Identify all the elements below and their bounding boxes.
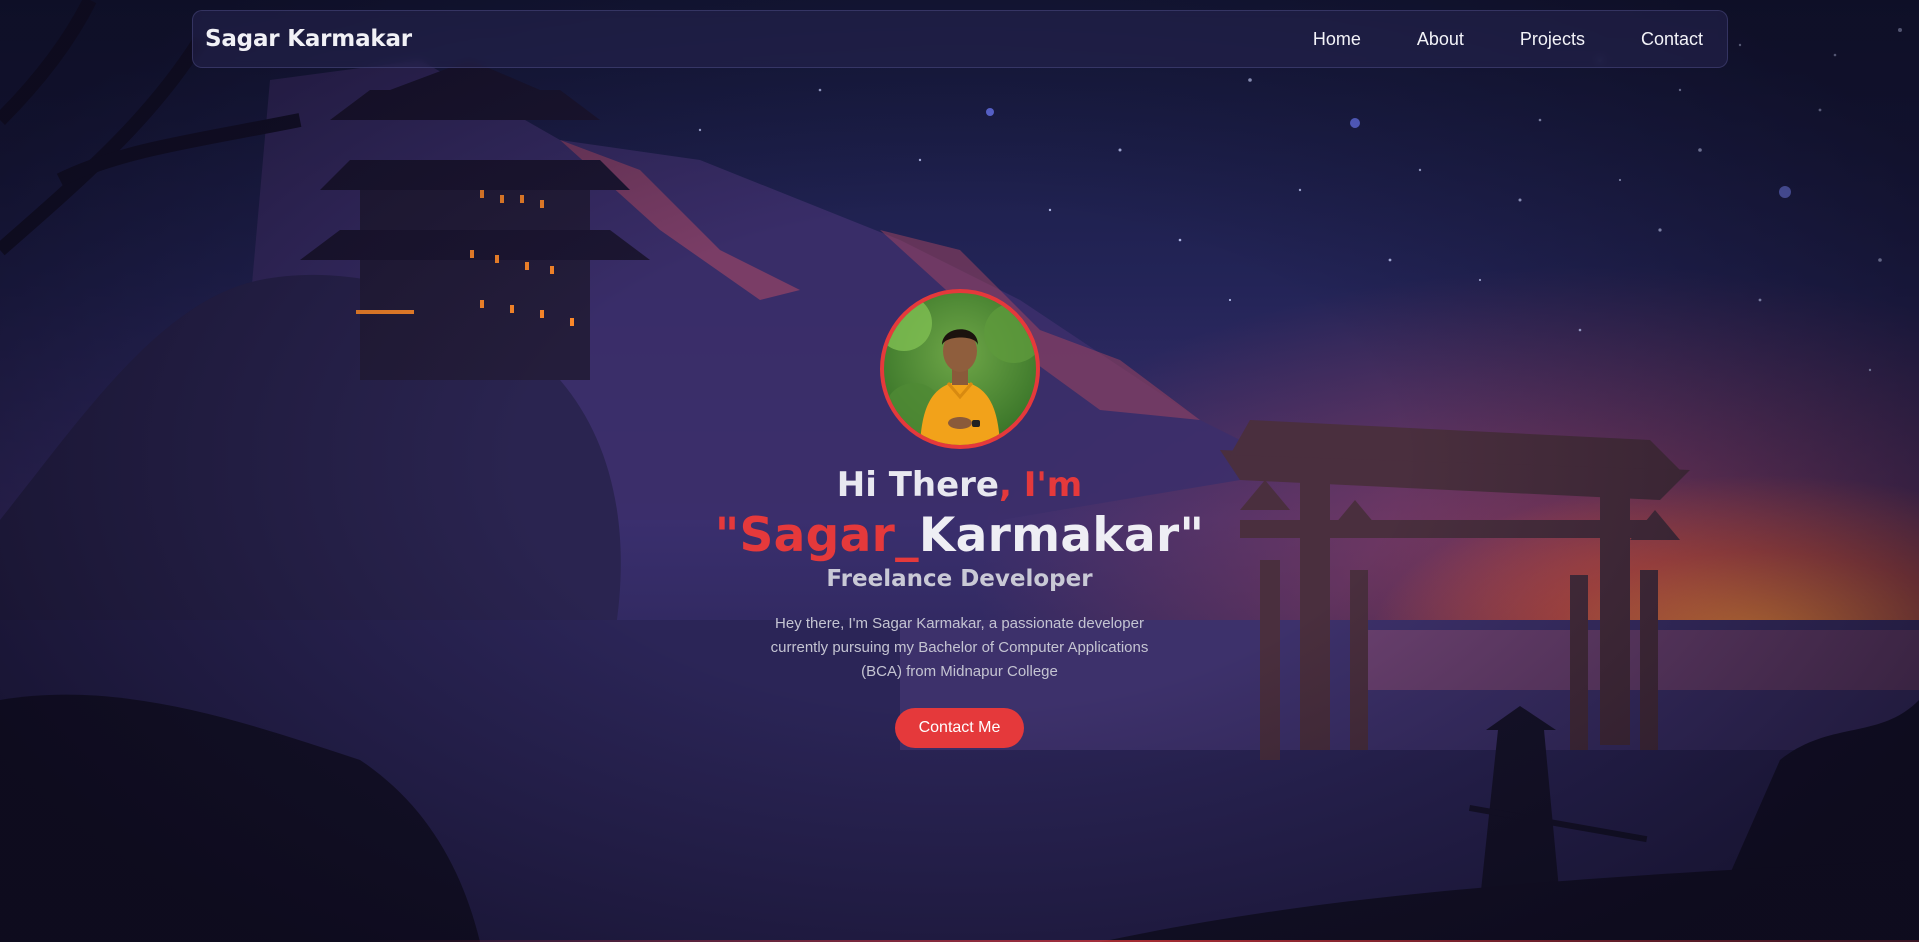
name-last: Karmakar"	[918, 508, 1205, 564]
name-heading: "Sagar_Karmakar"	[715, 510, 1205, 562]
greeting-accent: , I'm	[998, 465, 1083, 505]
nav-item-contact[interactable]: Contact	[1613, 29, 1703, 50]
brand-logo[interactable]: Sagar Karmakar	[205, 26, 412, 52]
greeting-heading: Hi There, I'm	[836, 465, 1083, 505]
nav-item-about[interactable]: About	[1389, 29, 1492, 50]
nav-item-home[interactable]: Home	[1285, 29, 1389, 50]
navbar: Sagar Karmakar Home About Projects Conta…	[192, 10, 1728, 68]
profile-photo-icon	[883, 295, 1036, 445]
role-subtitle: Freelance Developer	[826, 566, 1093, 593]
name-first: "Sagar_	[714, 508, 919, 564]
greeting-main: Hi There	[836, 465, 999, 505]
nav-item-projects[interactable]: Projects	[1492, 29, 1613, 50]
nav-links: Home About Projects Contact	[1285, 29, 1703, 50]
contact-me-button[interactable]: Contact Me	[894, 708, 1025, 749]
hero-section: Hi There, I'm "Sagar_Karmakar" Freelance…	[0, 289, 1919, 749]
profile-avatar	[879, 289, 1040, 449]
bio-text: Hey there, I'm Sagar Karmakar, a passion…	[770, 615, 1149, 681]
